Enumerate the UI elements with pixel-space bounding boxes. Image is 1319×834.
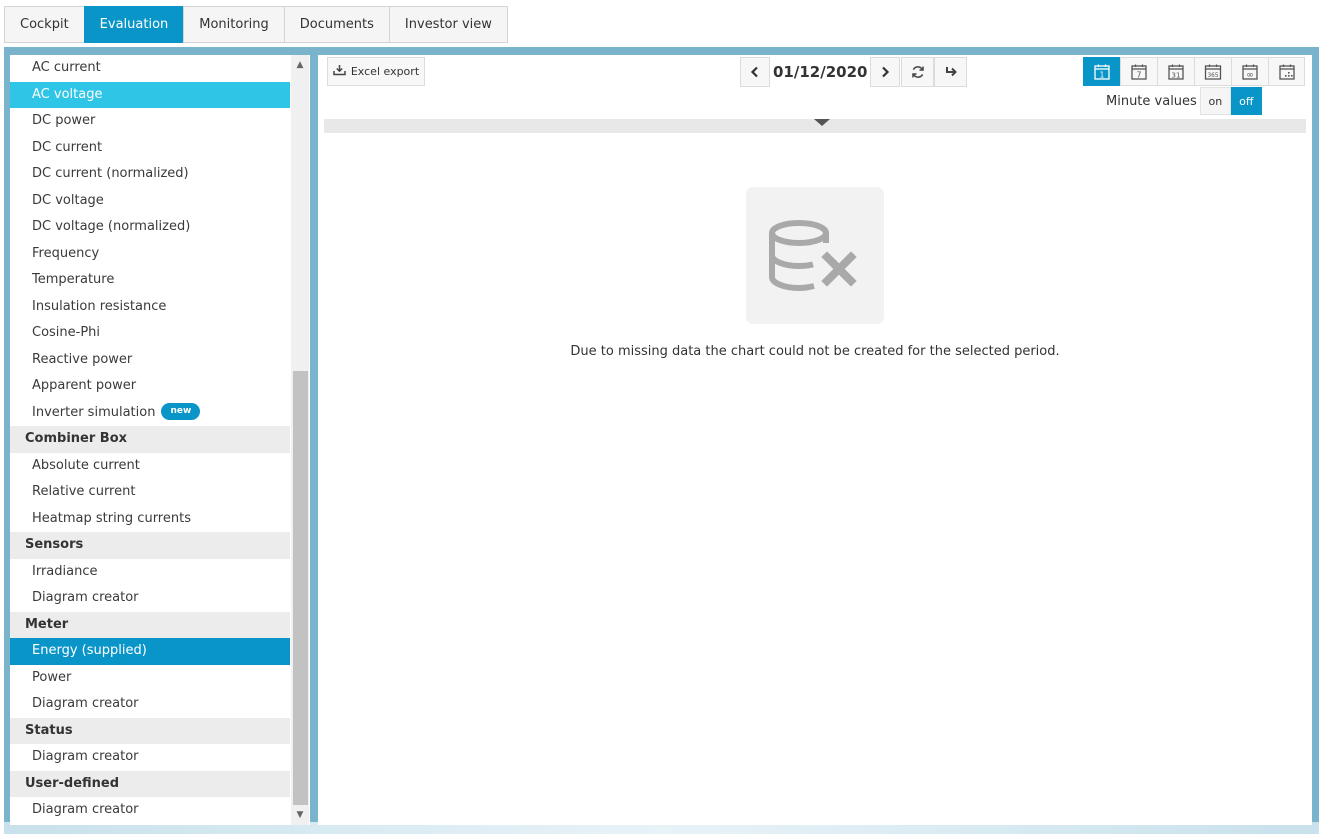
sidebar-item-dc-voltage[interactable]: DC voltage <box>10 188 290 215</box>
sidebar-item-insulation-resistance[interactable]: Insulation resistance <box>10 294 290 321</box>
sidebar-group-meter: Meter <box>10 611 290 638</box>
sidebar-item-temperature[interactable]: Temperature <box>10 267 290 294</box>
calendar-month-icon: 31 <box>1168 64 1184 80</box>
calendar-day-icon: 1 <box>1094 64 1110 80</box>
sidebar-item-status-diagram-creator[interactable]: Diagram creator <box>10 744 290 771</box>
sidebar-item-dc-voltage-normalized[interactable]: DC voltage (normalized) <box>10 214 290 241</box>
period-week-button[interactable]: 7 <box>1120 57 1157 86</box>
sidebar-item-dc-current-normalized[interactable]: DC current (normalized) <box>10 161 290 188</box>
sidebar-item-label: Inverter simulation <box>32 404 156 420</box>
share-arrow-icon <box>945 67 957 77</box>
sidebar-item-reactive-power[interactable]: Reactive power <box>10 347 290 374</box>
sidebar-item-sensors-diagram-creator[interactable]: Diagram creator <box>10 585 290 612</box>
previous-day-button[interactable] <box>740 57 770 87</box>
sidebar-item-relative-current[interactable]: Relative current <box>10 479 290 506</box>
sidebar-group-status: Status <box>10 717 290 744</box>
chevron-right-icon <box>882 66 890 78</box>
svg-text:7: 7 <box>1137 70 1142 79</box>
minute-values-row: Minute values on off <box>1106 86 1262 116</box>
period-month-button[interactable]: 31 <box>1157 57 1194 86</box>
svg-text:365: 365 <box>1207 73 1218 79</box>
scroll-down-arrow-icon[interactable]: ▼ <box>291 806 309 824</box>
no-data-message: Due to missing data the chart could not … <box>570 344 1060 359</box>
sidebar-item-inverter-simulation[interactable]: Inverter simulation new <box>10 400 290 427</box>
scroll-thumb[interactable] <box>293 371 308 805</box>
period-custom-button[interactable] <box>1268 57 1305 86</box>
scroll-up-arrow-icon[interactable]: ▲ <box>291 56 309 74</box>
sidebar-item-apparent-power[interactable]: Apparent power <box>10 373 290 400</box>
caret-down-icon[interactable] <box>814 119 830 126</box>
sidebar-item-absolute-current[interactable]: Absolute current <box>10 453 290 480</box>
svg-text:1: 1 <box>1100 70 1105 79</box>
refresh-button[interactable] <box>901 57 934 87</box>
new-badge: new <box>161 402 201 420</box>
minute-values-on-button[interactable]: on <box>1199 87 1231 115</box>
no-data-illustration <box>746 187 884 324</box>
filter-collapse-bar[interactable] <box>324 119 1306 133</box>
calendar-total-icon: ∞ <box>1242 64 1258 80</box>
sidebar-group-user-defined: User-defined <box>10 770 290 797</box>
period-day-button[interactable]: 1 <box>1083 57 1120 86</box>
tab-investor-view[interactable]: Investor view <box>388 6 508 43</box>
period-selector: 1 7 31 365 ∞ <box>1083 57 1305 86</box>
sidebar-item-dc-current[interactable]: DC current <box>10 135 290 162</box>
svg-text:∞: ∞ <box>1246 70 1254 80</box>
sidebar: AC current AC voltage DC power DC curren… <box>10 55 310 825</box>
sidebar-item-ac-voltage[interactable]: AC voltage <box>10 81 290 108</box>
svg-text:31: 31 <box>1172 71 1181 79</box>
main-tabs: Cockpit Evaluation Monitoring Documents … <box>4 6 508 43</box>
chevron-left-icon <box>750 66 758 78</box>
download-icon <box>333 64 346 79</box>
database-x-icon <box>769 219 857 291</box>
tab-monitoring[interactable]: Monitoring <box>183 6 284 43</box>
next-day-button[interactable] <box>870 57 901 87</box>
excel-export-button[interactable]: Excel export <box>327 57 425 86</box>
minute-values-off-button[interactable]: off <box>1230 87 1262 115</box>
sidebar-item-energy-supplied[interactable]: Energy (supplied) <box>10 638 290 665</box>
share-button[interactable] <box>934 57 967 87</box>
calendar-year-icon: 365 <box>1204 64 1222 80</box>
sidebar-item-irradiance[interactable]: Irradiance <box>10 559 290 586</box>
sidebar-scrollbar[interactable]: ▲ ▼ <box>291 55 309 825</box>
sidebar-item-cosine-phi[interactable]: Cosine-Phi <box>10 320 290 347</box>
excel-export-label: Excel export <box>350 65 420 78</box>
tab-evaluation[interactable]: Evaluation <box>83 6 184 43</box>
minute-values-label: Minute values <box>1106 93 1197 109</box>
period-year-button[interactable]: 365 <box>1194 57 1231 86</box>
sidebar-item-dc-power[interactable]: DC power <box>10 108 290 135</box>
period-total-button[interactable]: ∞ <box>1231 57 1268 86</box>
sidebar-list: AC current AC voltage DC power DC curren… <box>10 55 290 824</box>
calendar-custom-icon <box>1278 64 1295 80</box>
refresh-share-group <box>901 57 967 87</box>
sidebar-item-meter-diagram-creator[interactable]: Diagram creator <box>10 691 290 718</box>
tab-cockpit[interactable]: Cockpit <box>4 6 84 43</box>
sidebar-item-user-defined-diagram-creator[interactable]: Diagram creator <box>10 797 290 824</box>
refresh-icon <box>911 66 924 78</box>
chart-panel: Excel export 01/12/2020 1 7 31 365 ∞ Min… <box>318 55 1312 825</box>
calendar-week-icon: 7 <box>1131 64 1147 80</box>
minute-values-toggle: on off <box>1199 87 1262 115</box>
sidebar-item-ac-current[interactable]: AC current <box>10 55 290 82</box>
date-navigation: 01/12/2020 <box>740 57 901 87</box>
tab-documents[interactable]: Documents <box>283 6 389 43</box>
current-date[interactable]: 01/12/2020 <box>770 57 870 87</box>
sidebar-item-power[interactable]: Power <box>10 665 290 692</box>
sidebar-group-combiner-box: Combiner Box <box>10 426 290 453</box>
sidebar-item-heatmap-string-currents[interactable]: Heatmap string currents <box>10 506 290 533</box>
sidebar-group-sensors: Sensors <box>10 532 290 559</box>
sidebar-item-frequency[interactable]: Frequency <box>10 241 290 268</box>
